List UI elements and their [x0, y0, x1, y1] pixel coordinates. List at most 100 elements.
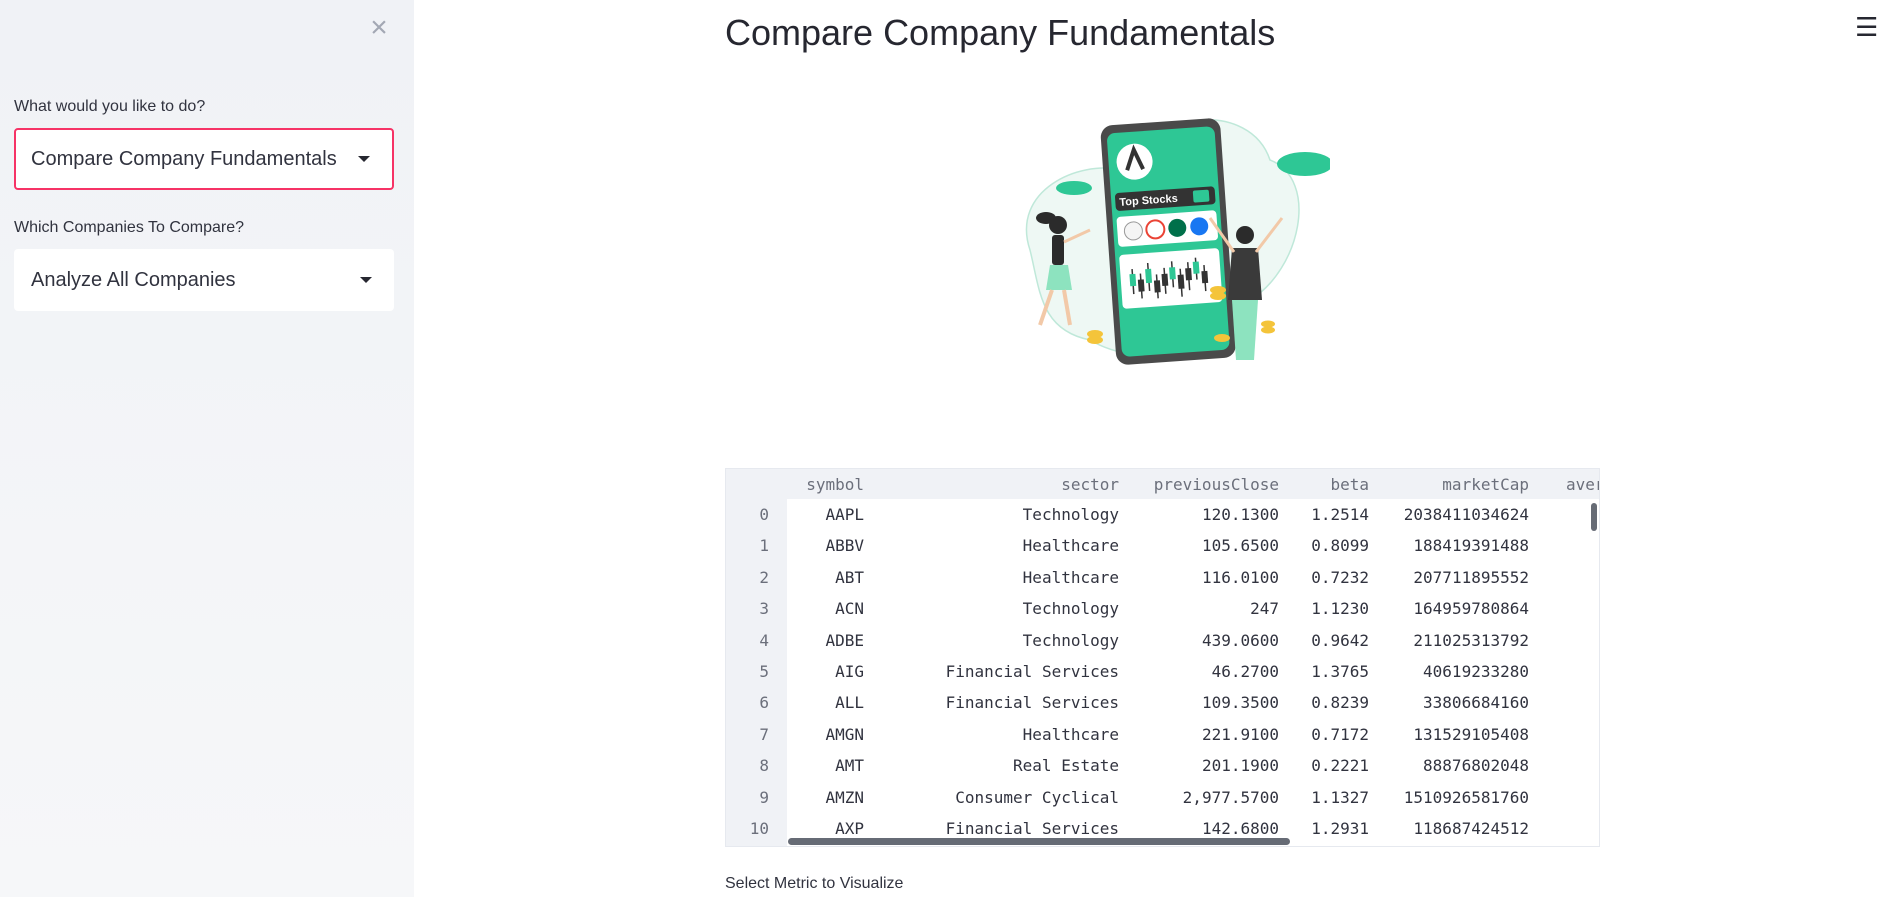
cell-previousclose: 201.1900 [1201, 756, 1279, 776]
cell-beta: 1.1230 [1311, 599, 1369, 619]
col-header-beta[interactable]: beta [1330, 475, 1369, 494]
cell-marketcap: 88876802048 [1423, 756, 1529, 776]
col-header-symbol[interactable]: symbol [806, 475, 864, 494]
cell-marketcap: 33806684160 [1423, 693, 1529, 713]
cell-beta: 1.2514 [1311, 505, 1369, 524]
cell-sector: Real Estate [1013, 756, 1119, 776]
cell-previousclose: 221.9100 [1201, 724, 1279, 744]
cell-previousclose: 116.0100 [1201, 567, 1279, 587]
table-row[interactable]: 2 ABT Healthcare 116.0100 0.7232 207711895552 [726, 568, 1599, 599]
cell-marketcap: 1510926581760 [1403, 787, 1529, 807]
companies-select[interactable]: Analyze All Companies [14, 249, 394, 311]
cell-index: 5 [759, 662, 769, 681]
vertical-scrollbar[interactable] [1591, 503, 1597, 531]
chevron-down-icon [360, 277, 372, 283]
table-row[interactable]: 5 AIG Financial Services 46.2700 1.3765 40619… [726, 662, 1599, 693]
hamburger-menu-icon[interactable]: ☰ [1855, 12, 1878, 43]
cell-symbol: AXP [835, 819, 864, 838]
cell-index: 9 [759, 787, 769, 807]
chevron-down-icon [358, 156, 370, 162]
cell-previousclose: 142.6800 [1201, 819, 1279, 838]
cell-index: 7 [759, 724, 769, 744]
table-row[interactable]: 9 AMZN Consumer Cyclical 2,977.5700 1.1327 15… [726, 788, 1599, 819]
cell-previousclose: 247 [1250, 599, 1279, 619]
cell-index: 4 [759, 630, 769, 650]
cell-marketcap: 207711895552 [1413, 567, 1529, 587]
cell-symbol: ABT [835, 567, 864, 587]
cell-sector: Healthcare [1022, 724, 1119, 744]
col-header-average[interactable]: aver [1566, 475, 1599, 494]
cell-index: 6 [759, 693, 769, 713]
action-select-value: Compare Company Fundamentals [31, 147, 337, 170]
cell-sector: Financial Services [945, 662, 1119, 681]
action-select[interactable]: Compare Company Fundamentals [14, 128, 394, 190]
select-metric-label: Select Metric to Visualize [725, 875, 904, 892]
cell-beta: 1.1327 [1311, 787, 1369, 807]
cell-sector: Financial Services [945, 819, 1119, 838]
cell-symbol: AMZN [825, 787, 864, 807]
cell-symbol: AMT [835, 756, 864, 776]
cell-sector: Financial Services [945, 693, 1119, 713]
page-title: Compare Company Fundamentals [725, 12, 1276, 53]
cell-beta: 1.3765 [1311, 662, 1369, 681]
cell-index: 2 [759, 567, 769, 587]
cell-marketcap: 118687424512 [1413, 819, 1529, 838]
horizontal-scrollbar[interactable] [788, 838, 1290, 845]
cell-previousclose: 439.0600 [1201, 630, 1279, 650]
cell-marketcap: 211025313792 [1413, 630, 1529, 650]
cell-symbol: ACN [835, 599, 864, 619]
table-row[interactable]: 6 ALL Financial Services 109.3500 0.8239 3380… [726, 693, 1599, 724]
cell-symbol: AIG [835, 662, 864, 681]
col-header-previousclose[interactable]: previousClose [1154, 475, 1279, 494]
cell-sector: Technology [1022, 630, 1119, 650]
cell-beta: 0.7232 [1311, 567, 1369, 587]
cell-marketcap: 188419391488 [1413, 536, 1529, 556]
table-row[interactable]: 8 AMT Real Estate 201.1900 0.2221 88876802048 [726, 756, 1599, 787]
table-row[interactable]: 1 ABBV Healthcare 105.6500 0.8099 18841939148… [726, 536, 1599, 567]
cell-symbol: ADBE [825, 630, 864, 650]
cell-index: 3 [759, 599, 769, 619]
cell-sector: Healthcare [1022, 536, 1119, 556]
cell-index: 0 [759, 505, 769, 524]
cell-beta: 0.9642 [1311, 630, 1369, 650]
stock-app-illustration: Top Stocks [1025, 118, 1330, 365]
cell-symbol: AAPL [825, 505, 864, 524]
cell-beta: 1.2931 [1311, 819, 1369, 838]
companies-label: Which Companies To Compare? [14, 219, 245, 236]
table-header: symbol sector previousClose beta marketC… [726, 469, 1599, 499]
cell-marketcap: 40619233280 [1423, 662, 1529, 681]
col-header-sector[interactable]: sector [1061, 475, 1119, 494]
cell-symbol: ALL [835, 693, 864, 713]
cell-sector: Consumer Cyclical [955, 787, 1119, 807]
companies-select-value: Analyze All Companies [31, 268, 236, 291]
cell-marketcap: 164959780864 [1413, 599, 1529, 619]
cell-previousclose: 105.6500 [1201, 536, 1279, 556]
cell-sector: Technology [1022, 505, 1119, 524]
cell-sector: Technology [1022, 599, 1119, 619]
sidebar: × What would you like to do? Compare Com… [0, 0, 414, 897]
cell-symbol: AMGN [825, 724, 864, 744]
cell-marketcap: 2038411034624 [1403, 505, 1529, 524]
cell-beta: 0.8239 [1311, 693, 1369, 713]
cell-index: 1 [759, 536, 769, 556]
cell-marketcap: 131529105408 [1413, 724, 1529, 744]
col-header-marketcap[interactable]: marketCap [1442, 475, 1529, 494]
cell-index: 8 [759, 756, 769, 776]
cell-previousclose: 120.1300 [1201, 505, 1279, 524]
cell-beta: 0.8099 [1311, 536, 1369, 556]
table-row[interactable]: 4 ADBE Technology 439.0600 0.9642 21102531379… [726, 631, 1599, 662]
cell-previousclose: 109.3500 [1201, 693, 1279, 713]
cell-beta: 0.7172 [1311, 724, 1369, 744]
cell-beta: 0.2221 [1311, 756, 1369, 776]
fundamentals-table[interactable]: symbol sector previousClose beta marketC… [725, 468, 1600, 847]
table-row[interactable]: 7 AMGN Healthcare 221.9100 0.7172 13152910540… [726, 725, 1599, 756]
cell-symbol: ABBV [825, 536, 864, 556]
cell-sector: Healthcare [1022, 567, 1119, 587]
close-icon[interactable]: × [365, 13, 393, 43]
action-label: What would you like to do? [14, 98, 206, 115]
table-row[interactable]: 3 ACN Technology 247 1.1230 164959780864 [726, 599, 1599, 630]
cell-previousclose: 2,977.5700 [1182, 787, 1279, 807]
cell-previousclose: 46.2700 [1211, 662, 1279, 681]
cell-index: 10 [749, 819, 769, 838]
table-row[interactable]: 0 AAPL Technology 120.1300 1.2514 20384110346… [726, 505, 1599, 536]
